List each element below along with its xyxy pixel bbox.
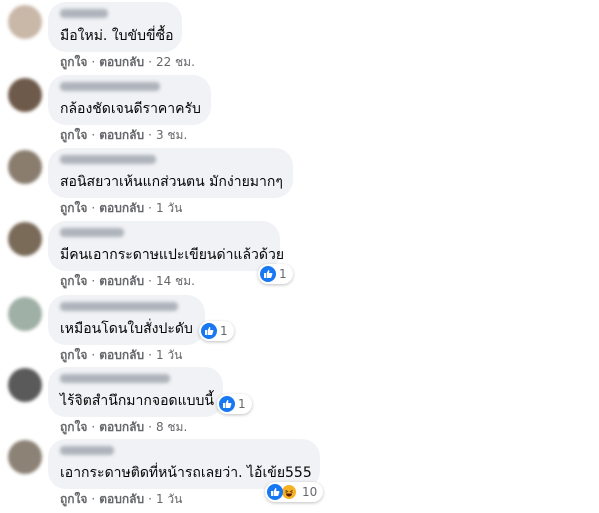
like-reaction-icon xyxy=(219,396,235,412)
avatar[interactable] xyxy=(8,78,42,112)
comment-text: มือใหม่. ใบขับขี่ซื้อ xyxy=(60,28,174,44)
comment-time[interactable]: 22 ชม. xyxy=(156,55,195,69)
like-link[interactable]: ถูกใจ xyxy=(60,492,87,506)
comment-actions: ถูกใจ · ตอบกลับ · 1 วัน xyxy=(60,201,183,215)
like-link[interactable]: ถูกใจ xyxy=(60,274,87,288)
commenter-name-redacted[interactable] xyxy=(60,302,178,311)
avatar[interactable] xyxy=(8,222,42,256)
reply-link[interactable]: ตอบกลับ xyxy=(99,128,144,142)
comment-bubble: กล้องชัดเจนดีราคาครับ xyxy=(48,75,211,125)
commenter-name-redacted[interactable] xyxy=(60,446,114,455)
comment-bubble: สอนิสยวาเห้นแกส่วนตน มักง่ายมากๆ xyxy=(48,148,293,198)
reaction-count: 1 xyxy=(220,324,228,338)
comment-bubble: มือใหม่. ใบขับขี่ซื้อ xyxy=(48,2,182,52)
like-link[interactable]: ถูกใจ xyxy=(60,348,87,362)
comment-actions: ถูกใจ · ตอบกลับ · 1 วัน xyxy=(60,492,183,506)
comment-time[interactable]: 1 วัน xyxy=(156,348,182,362)
like-link[interactable]: ถูกใจ xyxy=(60,201,87,215)
like-reaction-icon xyxy=(260,266,276,282)
reaction-summary[interactable]: 1 xyxy=(199,321,234,341)
avatar[interactable] xyxy=(8,150,42,184)
haha-reaction-icon xyxy=(281,484,297,500)
comment-text: กล้องชัดเจนดีราคาครับ xyxy=(60,101,201,117)
like-reaction-icon xyxy=(267,484,283,500)
comment-text: สอนิสยวาเห้นแกส่วนตน มักง่ายมากๆ xyxy=(60,174,283,190)
reply-link[interactable]: ตอบกลับ xyxy=(99,492,144,506)
reaction-count: 1 xyxy=(279,267,287,281)
avatar[interactable] xyxy=(8,440,42,474)
comment-time[interactable]: 3 ชม. xyxy=(156,128,187,142)
comment-actions: ถูกใจ · ตอบกลับ · 8 ชม. xyxy=(60,420,188,434)
commenter-name-redacted[interactable] xyxy=(60,155,156,164)
commenter-name-redacted[interactable] xyxy=(60,9,108,18)
like-reaction-icon xyxy=(201,323,217,339)
avatar[interactable] xyxy=(8,5,42,39)
reaction-summary[interactable]: 1 xyxy=(258,264,293,284)
reply-link[interactable]: ตอบกลับ xyxy=(99,274,144,288)
like-link[interactable]: ถูกใจ xyxy=(60,420,87,434)
comment-actions: ถูกใจ · ตอบกลับ · 22 ชม. xyxy=(60,55,195,69)
comment-time[interactable]: 14 ชม. xyxy=(156,274,195,288)
reply-link[interactable]: ตอบกลับ xyxy=(99,201,144,215)
comment-time[interactable]: 1 วัน xyxy=(156,201,182,215)
comment-actions: ถูกใจ · ตอบกลับ · 3 ชม. xyxy=(60,128,188,142)
comment-actions: ถูกใจ · ตอบกลับ · 1 วัน xyxy=(60,348,183,362)
comment-text: เหมือนโดนใบสั่งปะดับ xyxy=(60,321,193,337)
reaction-count: 10 xyxy=(302,485,318,499)
like-link[interactable]: ถูกใจ xyxy=(60,128,87,142)
like-link[interactable]: ถูกใจ xyxy=(60,55,87,69)
comment-bubble: เหมือนโดนใบสั่งปะดับ xyxy=(48,295,205,345)
comment-actions: ถูกใจ · ตอบกลับ · 14 ชม. xyxy=(60,274,195,288)
reaction-summary[interactable]: 10 xyxy=(265,482,324,502)
commenter-name-redacted[interactable] xyxy=(60,82,160,91)
comment-bubble: มีคนเอากระดาษแปะเขียนด่าแล้วด้วย xyxy=(48,221,284,271)
commenter-name-redacted[interactable] xyxy=(60,228,124,237)
reply-link[interactable]: ตอบกลับ xyxy=(99,420,144,434)
comment-time[interactable]: 1 วัน xyxy=(156,492,182,506)
comment-text: ไร้จิตสำนึกมากจอดแบบนี้ xyxy=(60,393,214,409)
comment-time[interactable]: 8 ชม. xyxy=(156,420,187,434)
reply-link[interactable]: ตอบกลับ xyxy=(99,348,144,362)
reaction-count: 1 xyxy=(238,397,246,411)
reaction-summary[interactable]: 1 xyxy=(217,394,252,414)
comment-text: เอากระดาษติดที่หน้ารถเลยว่า. ไอ้เข้ย555 xyxy=(60,465,312,481)
comment-bubble: ไร้จิตสำนึกมากจอดแบบนี้ xyxy=(48,367,223,417)
reply-link[interactable]: ตอบกลับ xyxy=(99,55,144,69)
avatar[interactable] xyxy=(8,297,42,331)
commenter-name-redacted[interactable] xyxy=(60,374,170,383)
avatar[interactable] xyxy=(8,368,42,402)
comment-text: มีคนเอากระดาษแปะเขียนด่าแล้วด้วย xyxy=(60,247,285,263)
